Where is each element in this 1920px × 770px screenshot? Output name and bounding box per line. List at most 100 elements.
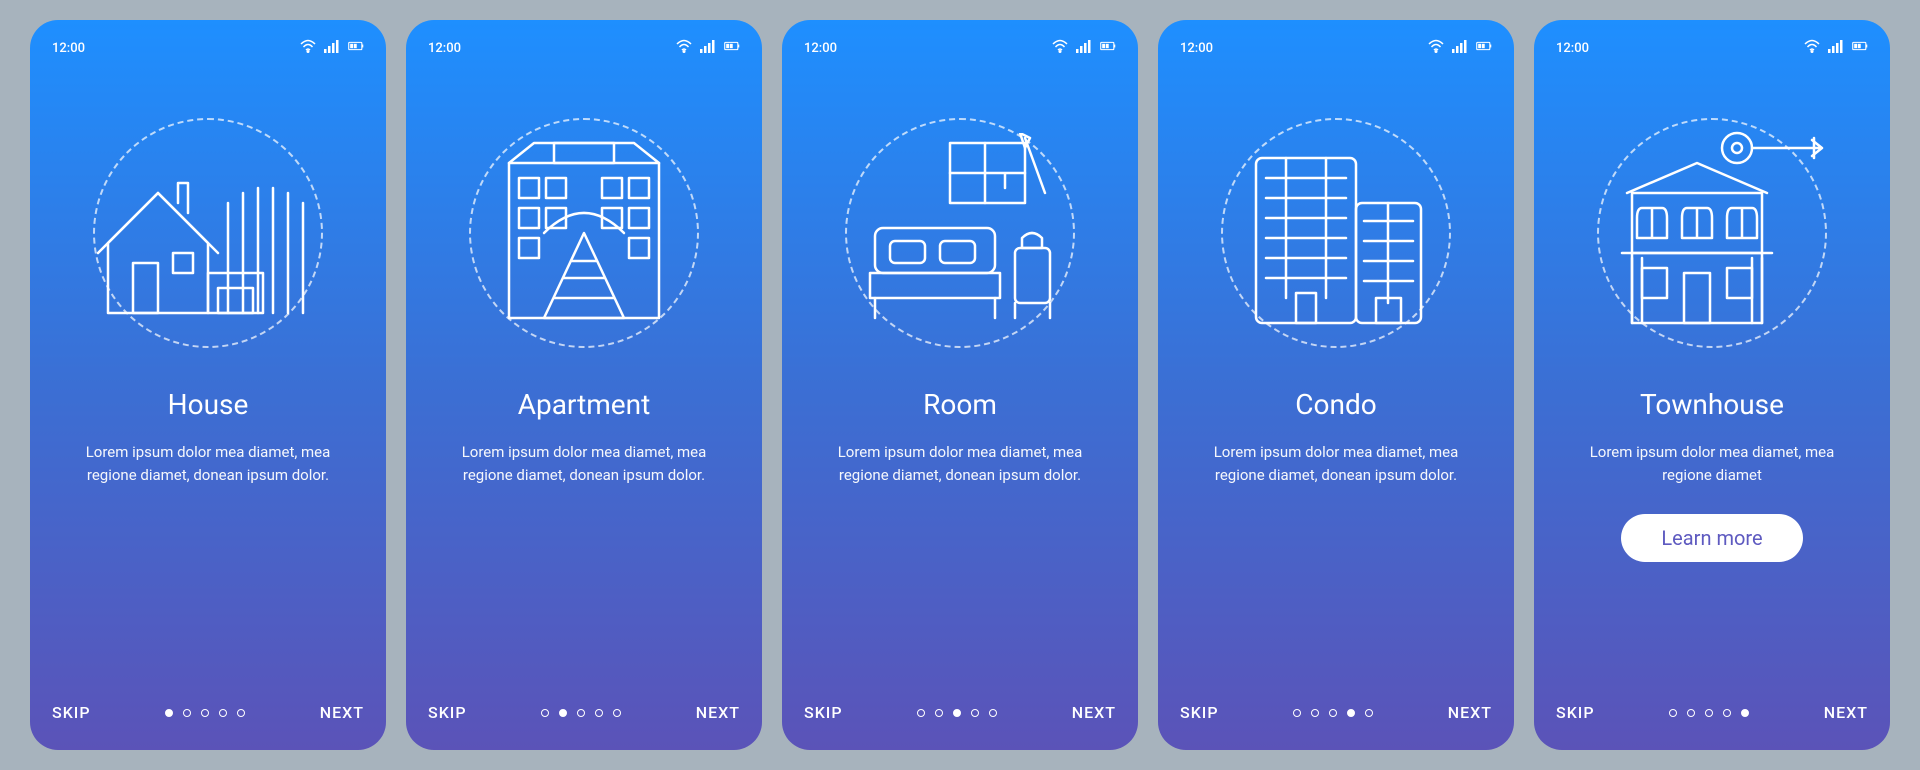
illustration bbox=[428, 108, 740, 358]
status-icons bbox=[300, 39, 364, 57]
dot[interactable] bbox=[541, 709, 549, 717]
battery-icon bbox=[1852, 39, 1868, 57]
status-bar: 12:00 bbox=[1180, 38, 1492, 58]
status-bar: 12:00 bbox=[1556, 38, 1868, 58]
illustration bbox=[804, 108, 1116, 358]
battery-icon bbox=[724, 39, 740, 57]
dot[interactable] bbox=[1293, 709, 1301, 717]
signal-icon bbox=[324, 39, 340, 57]
page-indicator bbox=[541, 709, 621, 717]
room-icon bbox=[850, 133, 1070, 333]
signal-icon bbox=[1828, 39, 1844, 57]
screen-title: Apartment bbox=[428, 388, 740, 421]
signal-icon bbox=[700, 39, 716, 57]
wifi-icon bbox=[1428, 39, 1444, 57]
battery-icon bbox=[1476, 39, 1492, 57]
next-button[interactable]: NEXT bbox=[696, 703, 740, 722]
dot[interactable] bbox=[917, 709, 925, 717]
dot[interactable] bbox=[935, 709, 943, 717]
learn-more-button[interactable]: Learn more bbox=[1621, 514, 1802, 562]
dot[interactable] bbox=[1741, 709, 1749, 717]
dot[interactable] bbox=[559, 709, 567, 717]
battery-icon bbox=[1100, 39, 1116, 57]
status-icons bbox=[1804, 39, 1868, 57]
townhouse-icon bbox=[1592, 128, 1832, 338]
nav-bar: SKIP NEXT bbox=[52, 703, 364, 722]
status-icons bbox=[1428, 39, 1492, 57]
screen-title: Townhouse bbox=[1556, 388, 1868, 421]
screen-title: House bbox=[52, 388, 364, 421]
nav-bar: SKIP NEXT bbox=[804, 703, 1116, 722]
onboarding-screen-house: 12:00 House Lorem ipsum dolor mea diamet… bbox=[30, 20, 386, 750]
onboarding-screen-condo: 12:00 Condo Lorem ipsum dolor mea diamet… bbox=[1158, 20, 1514, 750]
skip-button[interactable]: SKIP bbox=[52, 703, 91, 722]
screen-description: Lorem ipsum dolor mea diamet, mea region… bbox=[52, 441, 364, 486]
skip-button[interactable]: SKIP bbox=[1180, 703, 1219, 722]
dot[interactable] bbox=[1347, 709, 1355, 717]
skip-button[interactable]: SKIP bbox=[1556, 703, 1595, 722]
wifi-icon bbox=[1052, 39, 1068, 57]
dot[interactable] bbox=[1687, 709, 1695, 717]
next-button[interactable]: NEXT bbox=[320, 703, 364, 722]
onboarding-screen-apartment: 12:00 Apartment Lorem ipsum dolor mea di… bbox=[406, 20, 762, 750]
screen-description: Lorem ipsum dolor mea diamet, mea region… bbox=[428, 441, 740, 486]
screen-description: Lorem ipsum dolor mea diamet, mea region… bbox=[1180, 441, 1492, 486]
nav-bar: SKIP NEXT bbox=[1180, 703, 1492, 722]
house-icon bbox=[88, 143, 328, 323]
dot[interactable] bbox=[989, 709, 997, 717]
onboarding-screen-townhouse: 12:00 Townhouse Lorem ipsum dolor mea di… bbox=[1534, 20, 1890, 750]
status-icons bbox=[676, 39, 740, 57]
dot[interactable] bbox=[219, 709, 227, 717]
skip-button[interactable]: SKIP bbox=[428, 703, 467, 722]
battery-icon bbox=[348, 39, 364, 57]
next-button[interactable]: NEXT bbox=[1824, 703, 1868, 722]
illustration bbox=[52, 108, 364, 358]
nav-bar: SKIP NEXT bbox=[428, 703, 740, 722]
status-time: 12:00 bbox=[428, 41, 461, 56]
illustration bbox=[1180, 108, 1492, 358]
screen-title: Room bbox=[804, 388, 1116, 421]
wifi-icon bbox=[676, 39, 692, 57]
dot[interactable] bbox=[953, 709, 961, 717]
page-indicator bbox=[917, 709, 997, 717]
dot[interactable] bbox=[1723, 709, 1731, 717]
dot[interactable] bbox=[1311, 709, 1319, 717]
status-icons bbox=[1052, 39, 1116, 57]
dot[interactable] bbox=[201, 709, 209, 717]
status-time: 12:00 bbox=[804, 41, 837, 56]
screen-title: Condo bbox=[1180, 388, 1492, 421]
dot[interactable] bbox=[1669, 709, 1677, 717]
page-indicator bbox=[165, 709, 245, 717]
page-indicator bbox=[1669, 709, 1749, 717]
wifi-icon bbox=[300, 39, 316, 57]
next-button[interactable]: NEXT bbox=[1072, 703, 1116, 722]
apartment-icon bbox=[484, 133, 684, 333]
skip-button[interactable]: SKIP bbox=[804, 703, 843, 722]
onboarding-screen-room: 12:00 Room Lorem ipsum dolor mea diamet,… bbox=[782, 20, 1138, 750]
screen-description: Lorem ipsum dolor mea diamet, mea region… bbox=[804, 441, 1116, 486]
dot[interactable] bbox=[183, 709, 191, 717]
status-time: 12:00 bbox=[1556, 41, 1589, 56]
dot[interactable] bbox=[595, 709, 603, 717]
nav-bar: SKIP NEXT bbox=[1556, 703, 1868, 722]
signal-icon bbox=[1076, 39, 1092, 57]
dot[interactable] bbox=[165, 709, 173, 717]
status-bar: 12:00 bbox=[52, 38, 364, 58]
dot[interactable] bbox=[1365, 709, 1373, 717]
dot[interactable] bbox=[971, 709, 979, 717]
next-button[interactable]: NEXT bbox=[1448, 703, 1492, 722]
dot[interactable] bbox=[613, 709, 621, 717]
dot[interactable] bbox=[577, 709, 585, 717]
status-time: 12:00 bbox=[52, 41, 85, 56]
illustration bbox=[1556, 108, 1868, 358]
dot[interactable] bbox=[1705, 709, 1713, 717]
status-bar: 12:00 bbox=[804, 38, 1116, 58]
wifi-icon bbox=[1804, 39, 1820, 57]
status-bar: 12:00 bbox=[428, 38, 740, 58]
signal-icon bbox=[1452, 39, 1468, 57]
status-time: 12:00 bbox=[1180, 41, 1213, 56]
dot[interactable] bbox=[237, 709, 245, 717]
dot[interactable] bbox=[1329, 709, 1337, 717]
screen-description: Lorem ipsum dolor mea diamet, mea region… bbox=[1556, 441, 1868, 486]
condo-icon bbox=[1226, 133, 1446, 333]
